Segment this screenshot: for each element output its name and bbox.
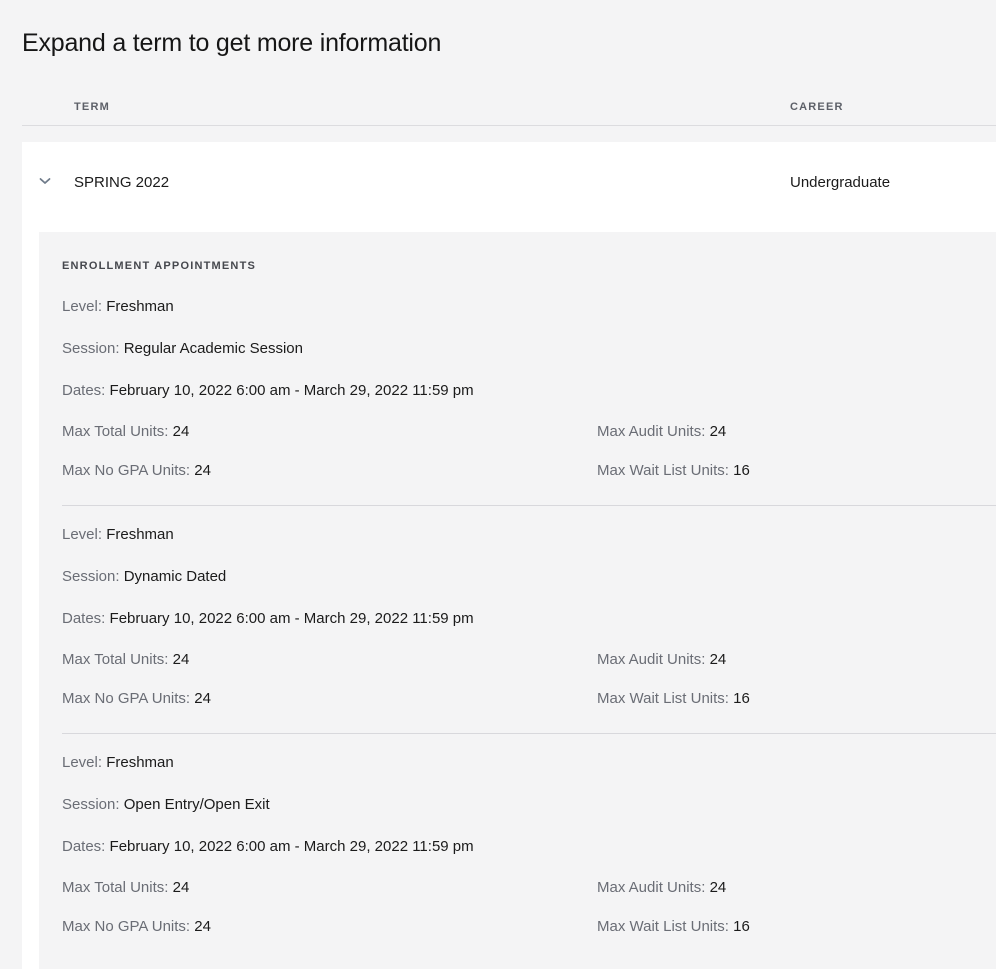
max-no-gpa-value: 24 [194,462,211,479]
max-total-value: 24 [172,651,190,668]
max-total-label: Max Total Units: [62,651,169,668]
term-name: SPRING 2022 [74,174,170,191]
appointment-divider [62,733,996,734]
max-no-gpa-line: Max No GPA Units: 24 [62,690,211,707]
level-value: Freshman [106,526,174,543]
session-line: Session: Open Entry/Open Exit [62,796,270,813]
term-details-panel: ENROLLMENT APPOINTMENTS Level: Freshman … [39,232,996,969]
max-no-gpa-value: 24 [194,690,211,707]
max-no-gpa-label: Max No GPA Units: [62,918,191,935]
term-card: SPRING 2022 Undergraduate ENROLLMENT APP… [22,142,996,969]
dates-line: Dates: February 10, 2022 6:00 am - March… [62,610,474,627]
level-line: Level: Freshman [62,754,174,771]
max-audit-label: Max Audit Units: [597,879,706,896]
session-label: Session: [62,568,120,585]
max-audit-label: Max Audit Units: [597,423,706,440]
dates-value: February 10, 2022 6:00 am - March 29, 20… [109,382,474,399]
max-wait-value: 16 [733,462,750,479]
level-label: Level: [62,526,103,543]
level-label: Level: [62,298,103,315]
dates-value: February 10, 2022 6:00 am - March 29, 20… [109,610,474,627]
max-total-line: Max Total Units: 24 [62,423,189,440]
max-wait-value: 16 [733,690,750,707]
table-header: TERM CAREER [22,101,996,126]
max-wait-label: Max Wait List Units: [597,918,729,935]
max-total-label: Max Total Units: [62,879,169,896]
dates-label: Dates: [62,382,106,399]
max-total-line: Max Total Units: 24 [62,651,189,668]
dates-label: Dates: [62,838,106,855]
max-wait-value: 16 [733,918,750,935]
max-audit-value: 24 [709,651,727,668]
level-line: Level: Freshman [62,298,174,315]
max-total-value: 24 [172,423,190,440]
session-value: Regular Academic Session [123,340,303,357]
session-line: Session: Dynamic Dated [62,568,226,585]
max-no-gpa-label: Max No GPA Units: [62,690,191,707]
term-column-header: TERM [74,101,110,113]
chevron-down-icon[interactable] [39,176,51,186]
max-audit-line: Max Audit Units: 24 [597,651,726,668]
level-line: Level: Freshman [62,526,174,543]
dates-line: Dates: February 10, 2022 6:00 am - March… [62,838,474,855]
max-total-value: 24 [172,879,190,896]
max-audit-line: Max Audit Units: 24 [597,423,726,440]
max-no-gpa-line: Max No GPA Units: 24 [62,462,211,479]
max-total-line: Max Total Units: 24 [62,879,189,896]
term-career: Undergraduate [790,174,891,191]
max-wait-label: Max Wait List Units: [597,462,729,479]
session-value: Dynamic Dated [123,568,227,585]
level-value: Freshman [106,754,174,771]
max-audit-value: 24 [709,423,727,440]
level-value: Freshman [106,298,174,315]
career-column-header: CAREER [790,101,844,113]
level-label: Level: [62,754,103,771]
session-label: Session: [62,340,120,357]
page-title: Expand a term to get more information [22,29,442,57]
term-row-toggle[interactable]: SPRING 2022 Undergraduate [22,142,996,222]
appointment-divider [62,505,996,506]
max-wait-line: Max Wait List Units: 16 [597,918,750,935]
max-no-gpa-label: Max No GPA Units: [62,462,191,479]
dates-label: Dates: [62,610,106,627]
dates-value: February 10, 2022 6:00 am - March 29, 20… [109,838,474,855]
session-value: Open Entry/Open Exit [123,796,270,813]
max-wait-line: Max Wait List Units: 16 [597,462,750,479]
max-no-gpa-value: 24 [194,918,211,935]
enrollment-appointments-title: ENROLLMENT APPOINTMENTS [62,260,257,272]
max-audit-line: Max Audit Units: 24 [597,879,726,896]
session-label: Session: [62,796,120,813]
dates-line: Dates: February 10, 2022 6:00 am - March… [62,382,474,399]
max-wait-line: Max Wait List Units: 16 [597,690,750,707]
max-audit-value: 24 [709,879,727,896]
max-audit-label: Max Audit Units: [597,651,706,668]
max-no-gpa-line: Max No GPA Units: 24 [62,918,211,935]
session-line: Session: Regular Academic Session [62,340,303,357]
max-wait-label: Max Wait List Units: [597,690,729,707]
max-total-label: Max Total Units: [62,423,169,440]
